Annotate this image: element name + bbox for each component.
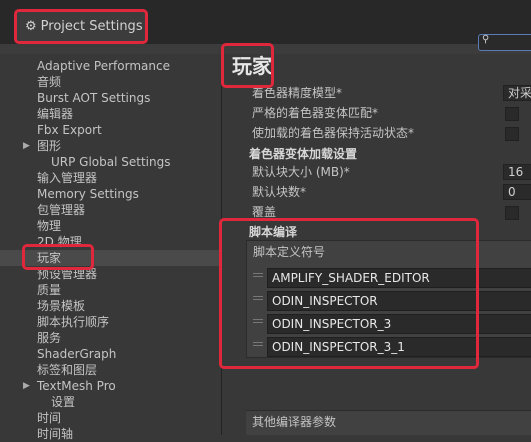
list-item: ODIN_INSPECTOR_3_1 <box>246 335 531 358</box>
other-compiler-args-panel: 其他编译器参数 <box>246 410 531 435</box>
keep-loaded-checkbox[interactable] <box>505 127 519 141</box>
keep-loaded-label: 使加载的着色器保持活动状态* <box>252 126 415 140</box>
sidebar-item-label: 预设管理器 <box>37 267 98 281</box>
sidebar-item-label: 脚本执行顺序 <box>37 315 110 329</box>
sidebar-item-label: Burst AOT Settings <box>37 91 151 105</box>
drag-handle-icon[interactable] <box>253 342 263 346</box>
other-compiler-args-label: 其他编译器参数 <box>252 415 337 429</box>
list-item: ODIN_INSPECTOR <box>246 289 531 312</box>
chunk-size-field[interactable]: 16 <box>503 164 531 180</box>
sidebar-item-label: 图形 <box>37 139 62 153</box>
sidebar-item-label: 音频 <box>37 75 62 89</box>
search-input[interactable]: ⚲ <box>478 34 531 51</box>
settings-sidebar: Adaptive Performance 音频 Burst AOT Settings… <box>0 54 221 441</box>
override-label: 覆盖 <box>252 205 277 219</box>
sidebar-item[interactable]: 玩家 <box>0 250 221 266</box>
sidebar-item-label: 物理 <box>37 219 62 233</box>
sidebar-item[interactable]: 物理 <box>0 218 221 234</box>
sidebar-item[interactable]: 2D 物理 <box>0 234 221 250</box>
chunk-count-label: 默认块数* <box>252 185 307 199</box>
sidebar-item-label: 2D 物理 <box>37 235 82 249</box>
symbol-field[interactable]: AMPLIFY_SHADER_EDITOR <box>267 268 531 288</box>
list-item: AMPLIFY_SHADER_EDITOR <box>246 266 531 289</box>
page-title: 玩家 <box>232 54 272 78</box>
symbol-field[interactable]: ODIN_INSPECTOR_3_1 <box>267 337 531 357</box>
sidebar-item-label: 质量 <box>37 283 62 297</box>
sidebar-item-label: 标签和图层 <box>37 363 98 377</box>
sidebar-item-label: 场景模板 <box>37 299 86 313</box>
sidebar-item[interactable]: 预设管理器 <box>0 266 221 282</box>
sidebar-item-label: ShaderGraph <box>37 347 117 361</box>
script-compilation-header: 脚本编译 <box>249 225 298 239</box>
strict-variant-label: 严格的着色器变体匹配* <box>252 106 379 120</box>
sidebar-item[interactable]: 设置 <box>0 394 221 410</box>
chunk-count-field[interactable]: 0 <box>503 184 531 200</box>
sidebar-item-label: URP Global Settings <box>51 155 171 169</box>
drag-handle-icon[interactable] <box>253 296 263 300</box>
sidebar-item-label: 包管理器 <box>37 203 86 217</box>
sidebar-item[interactable]: 包管理器 <box>0 202 221 218</box>
list-item: ODIN_INSPECTOR_3 <box>246 312 531 335</box>
sidebar-item[interactable]: ▶ TextMesh Pro <box>0 378 221 394</box>
shader-precision-label: 着色器精度模型* <box>252 86 343 100</box>
strict-variant-checkbox[interactable] <box>505 107 519 121</box>
window-title: Project Settings <box>40 19 143 34</box>
sidebar-item-label: 玩家 <box>37 251 62 265</box>
sidebar-item-label: 服务 <box>37 331 62 345</box>
sidebar-item[interactable]: 标签和图层 <box>0 362 221 378</box>
sidebar-item-label: Fbx Export <box>37 123 102 137</box>
sidebar-item[interactable]: 时间 <box>0 410 221 426</box>
sidebar-item-label: 时间 <box>37 411 62 425</box>
override-checkbox[interactable] <box>505 206 519 220</box>
caret-right-icon[interactable]: ▶ <box>23 138 30 154</box>
variant-loading-header: 着色器变体加载设置 <box>249 147 358 161</box>
sidebar-item[interactable]: 时间轴 <box>0 426 221 442</box>
title-bar: ⚙ Project Settings <box>0 0 531 44</box>
sidebar-item-label: 输入管理器 <box>37 171 98 185</box>
drag-handle-icon[interactable] <box>253 319 263 323</box>
sidebar-item[interactable]: 服务 <box>0 330 221 346</box>
define-symbols-label: 脚本定义符号 <box>253 245 326 259</box>
sidebar-item[interactable]: 质量 <box>0 282 221 298</box>
caret-right-icon[interactable]: ▶ <box>23 378 30 394</box>
sidebar-item[interactable]: 编辑器 <box>0 106 221 122</box>
sidebar-item[interactable]: Fbx Export <box>0 122 221 138</box>
toolbar <box>0 44 531 54</box>
sidebar-item[interactable]: 场景模板 <box>0 298 221 314</box>
sidebar-item[interactable]: Adaptive Performance <box>0 58 221 74</box>
player-settings-panel: 玩家 着色器精度模型* 对采 严格的着色器变体匹配* 使加载的着色器保持活动状态… <box>222 54 531 435</box>
sidebar-item[interactable]: Burst AOT Settings <box>0 90 221 106</box>
symbol-field[interactable]: ODIN_INSPECTOR_3 <box>267 314 531 334</box>
sidebar-item[interactable]: URP Global Settings <box>0 154 221 170</box>
sidebar-item[interactable]: 脚本执行顺序 <box>0 314 221 330</box>
chunk-size-label: 默认块大小 (MB)* <box>252 165 350 179</box>
sidebar-item-label: TextMesh Pro <box>37 379 116 393</box>
shader-precision-dropdown[interactable]: 对采 <box>503 85 531 101</box>
sidebar-item[interactable]: ShaderGraph <box>0 346 221 362</box>
drag-handle-icon[interactable] <box>253 273 263 277</box>
sidebar-item-label: 时间轴 <box>37 427 74 441</box>
window-tab[interactable]: ⚙ Project Settings <box>17 11 145 42</box>
sidebar-item-label: 编辑器 <box>37 107 74 121</box>
sidebar-item[interactable]: ▶ 图形 <box>0 138 221 154</box>
sidebar-item-label: Adaptive Performance <box>37 59 170 73</box>
symbol-field[interactable]: ODIN_INSPECTOR <box>267 291 531 311</box>
sidebar-item-label: Memory Settings <box>37 187 139 201</box>
search-icon: ⚲ <box>482 34 490 45</box>
sidebar-item-label: 设置 <box>51 395 76 409</box>
gear-icon: ⚙ <box>25 19 37 34</box>
sidebar-item[interactable]: 输入管理器 <box>0 170 221 186</box>
sidebar-item[interactable]: Memory Settings <box>0 186 221 202</box>
sidebar-item[interactable]: 音频 <box>0 74 221 90</box>
